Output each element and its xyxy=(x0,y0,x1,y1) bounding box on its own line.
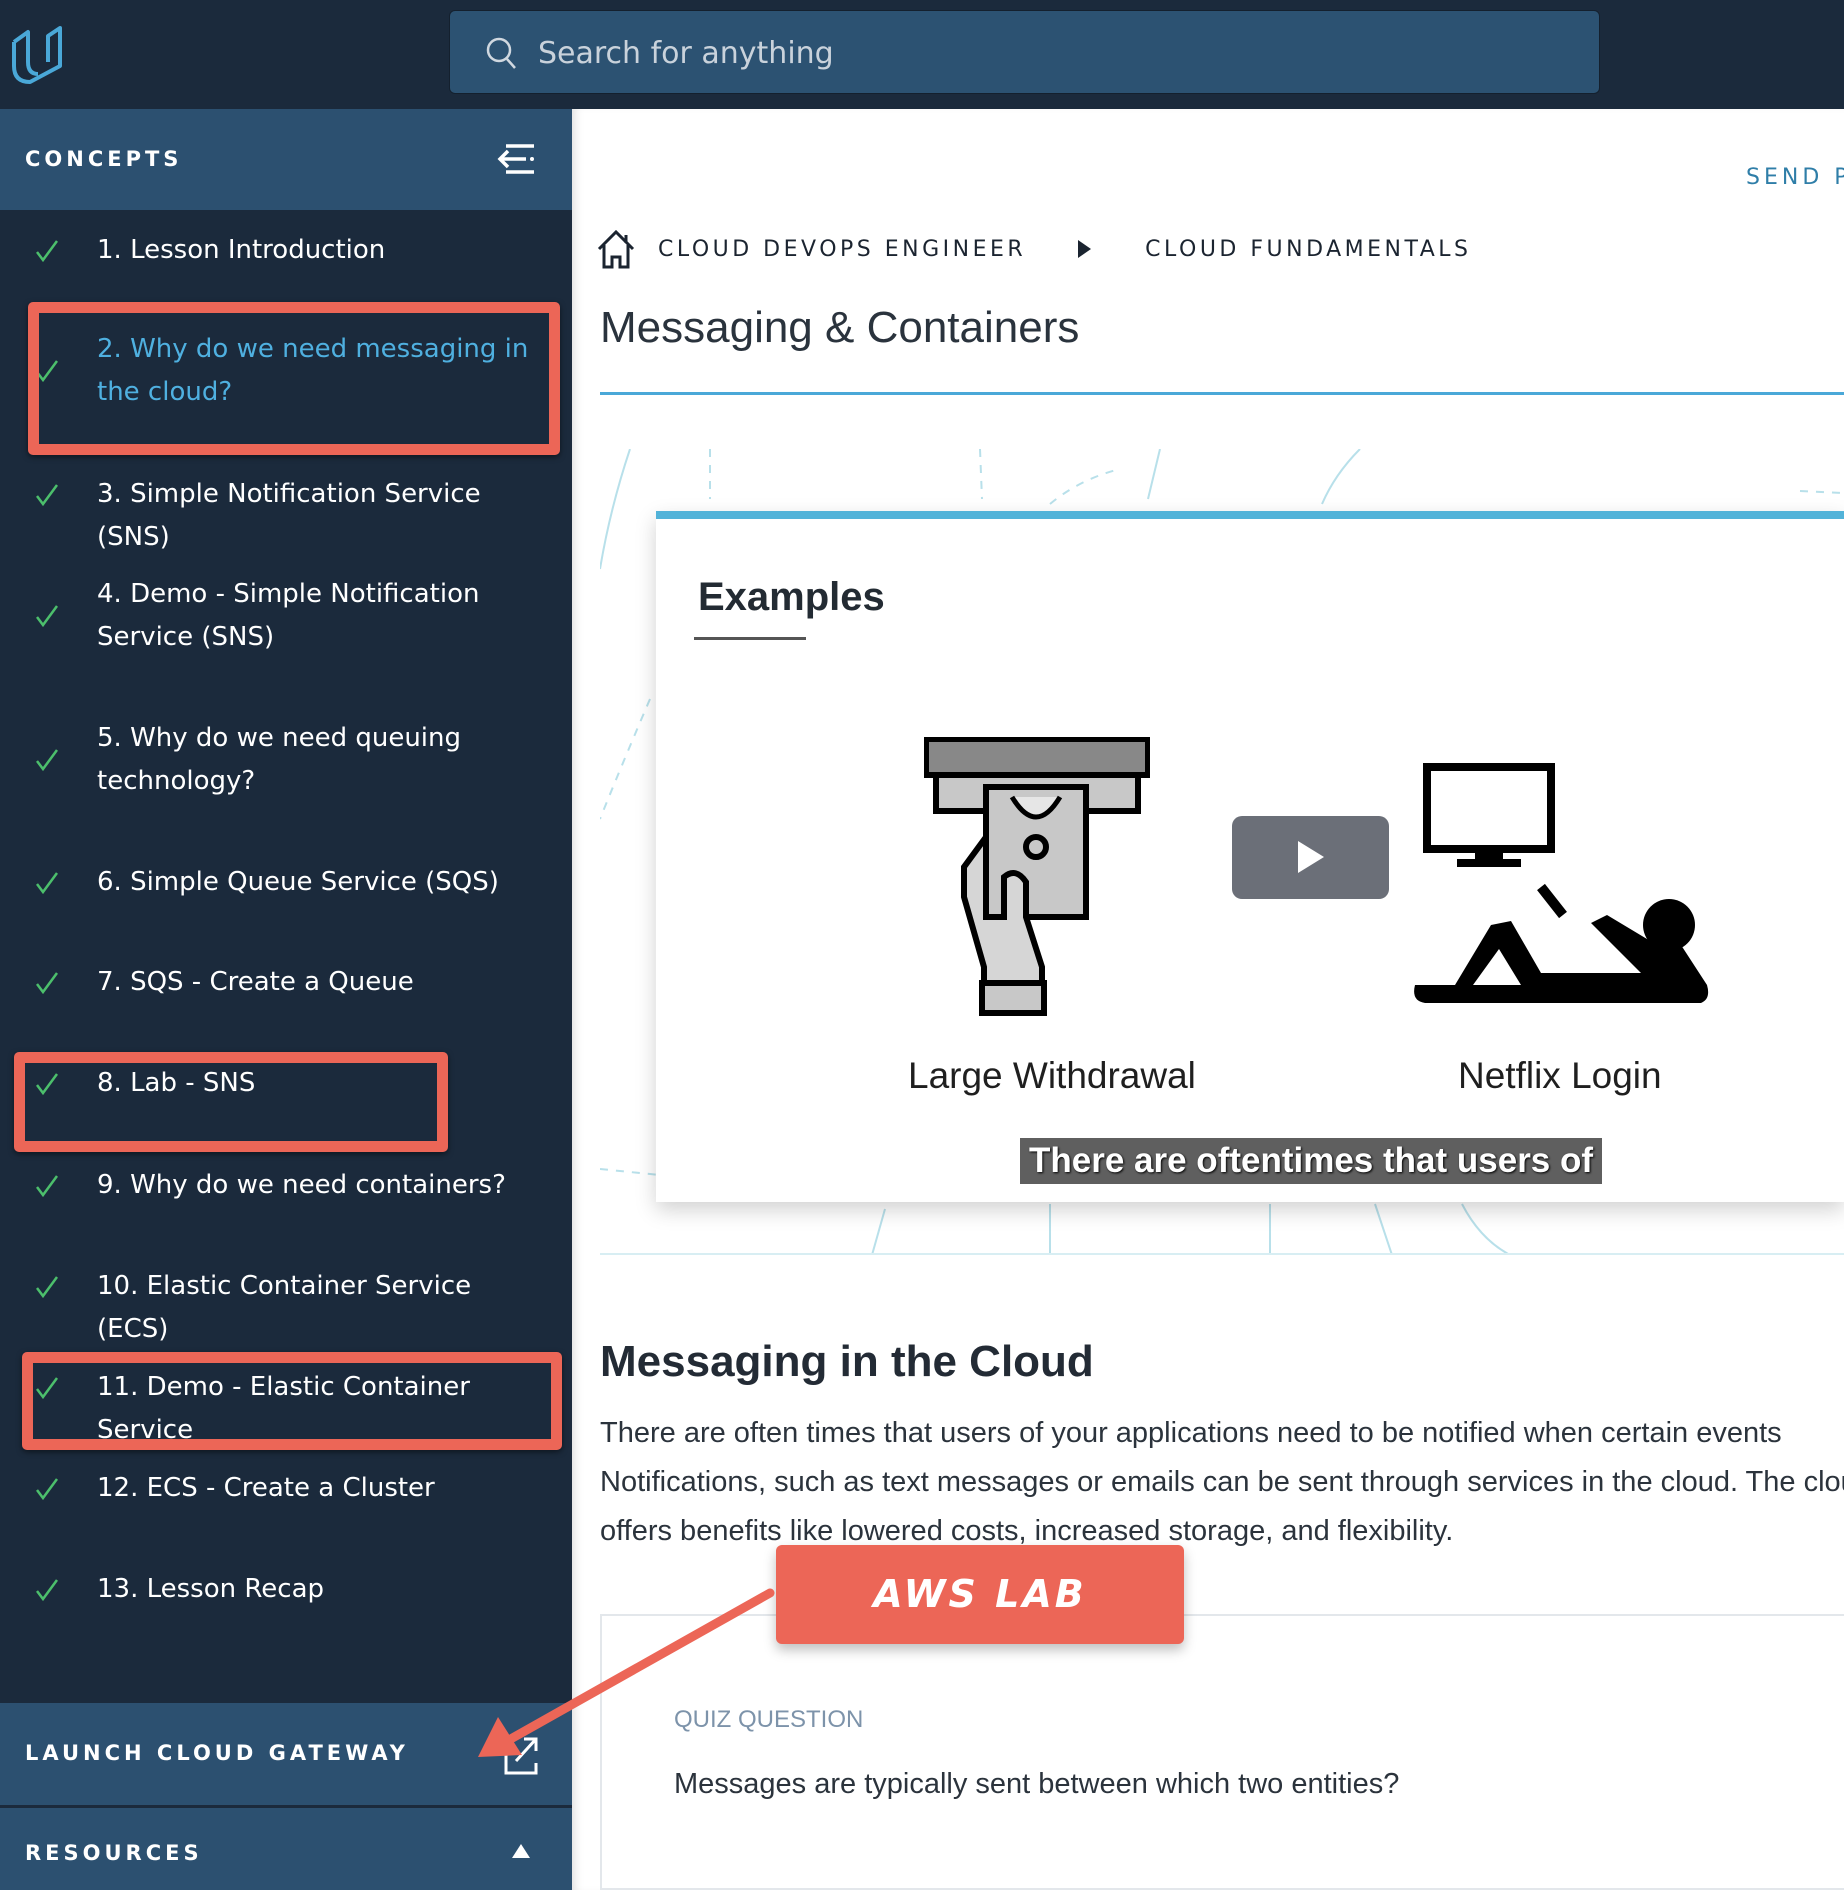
slide-heading-underline xyxy=(694,637,806,640)
sidebar-item-12[interactable]: 12. ECS - Create a Cluster xyxy=(0,1467,572,1510)
breadcrumb-item-program[interactable]: CLOUD DEVOPS ENGINEER xyxy=(658,237,1026,262)
sidebar-item-4[interactable]: 4. Demo - Simple Notification Service (S… xyxy=(0,573,572,659)
highlight-box-item-11 xyxy=(22,1352,562,1450)
sidebar-item-5[interactable]: 5. Why do we need queuing technology? xyxy=(0,717,572,803)
quiz-label: QUIZ QUESTION xyxy=(674,1706,864,1733)
checkmark-icon xyxy=(36,972,59,995)
sidebar-item-label: 4. Demo - Simple Notification Service (S… xyxy=(97,579,480,652)
page-title: Messaging & Containers xyxy=(600,303,1080,352)
checkmark-icon xyxy=(36,872,59,895)
home-icon[interactable] xyxy=(596,229,636,269)
checkmark-icon xyxy=(36,240,59,263)
sidebar-item-label: 13. Lesson Recap xyxy=(97,1574,325,1604)
quiz-card: QUIZ QUESTION Messages are typically sen… xyxy=(600,1614,1844,1890)
sidebar-item-label: 5. Why do we need queuing technology? xyxy=(97,723,462,796)
caret-up-icon xyxy=(512,1844,530,1858)
launch-cloud-gateway-button[interactable]: LAUNCH CLOUD GATEWAY xyxy=(0,1703,572,1805)
sidebar-item-label: 6. Simple Queue Service (SQS) xyxy=(97,867,499,897)
sidebar-item-label: 3. Simple Notification Service (SNS) xyxy=(97,479,481,552)
sidebar-item-9[interactable]: 9. Why do we need containers? xyxy=(0,1164,572,1207)
slide-heading: Examples xyxy=(698,575,885,619)
section-heading: Messaging in the Cloud xyxy=(600,1337,1094,1386)
video-subtitle: There are oftentimes that users of xyxy=(1020,1138,1603,1184)
play-button[interactable] xyxy=(1232,816,1389,899)
sidebar-item-1[interactable]: 1. Lesson Introduction xyxy=(0,229,572,272)
sidebar-item-label: 10. Elastic Container Service (ECS) xyxy=(97,1271,472,1344)
video-frame[interactable]: Examples Large Withdrawal Netflix Login … xyxy=(656,511,1844,1202)
tv-watching-icon xyxy=(1414,763,1709,1003)
breadcrumb: CLOUD DEVOPS ENGINEER CLOUD FUNDAMENTALS xyxy=(596,229,1472,269)
highlight-box-item-8 xyxy=(14,1052,448,1152)
sidebar-item-label: 9. Why do we need containers? xyxy=(97,1170,506,1200)
udacity-logo-icon[interactable] xyxy=(8,22,70,86)
quiz-question: Messages are typically sent between whic… xyxy=(674,1768,1400,1800)
search-bar[interactable] xyxy=(449,10,1600,94)
checkmark-icon xyxy=(36,1478,59,1501)
breadcrumb-separator-icon xyxy=(1078,240,1092,258)
section-paragraph: There are often times that users of your… xyxy=(600,1417,1844,1547)
collapse-sidebar-icon[interactable] xyxy=(496,143,536,175)
checkmark-icon xyxy=(36,749,59,772)
concepts-header: CONCEPTS xyxy=(0,109,572,210)
sidebar-item-10[interactable]: 10. Elastic Container Service (ECS) xyxy=(0,1265,572,1344)
sidebar: CONCEPTS 1. Lesson Introduction 2. Why do… xyxy=(0,109,572,1890)
checkmark-icon xyxy=(36,605,59,628)
breadcrumb-item-course[interactable]: CLOUD FUNDAMENTALS xyxy=(1145,237,1471,262)
search-input[interactable] xyxy=(538,25,1438,81)
sidebar-item-6[interactable]: 6. Simple Queue Service (SQS) xyxy=(0,861,572,904)
launch-label: LAUNCH CLOUD GATEWAY xyxy=(25,1741,409,1765)
top-header xyxy=(0,0,1844,109)
highlight-box-item-2 xyxy=(28,302,560,455)
sidebar-item-label: 1. Lesson Introduction xyxy=(97,235,386,265)
sidebar-item-3[interactable]: 3. Simple Notification Service (SNS) xyxy=(0,473,572,552)
send-feedback-link[interactable]: SEND PA xyxy=(1746,165,1844,190)
atm-withdrawal-icon xyxy=(924,737,1150,1016)
checkmark-icon xyxy=(36,1276,59,1299)
caption-large-withdrawal: Large Withdrawal xyxy=(908,1055,1196,1096)
main-content: SEND PA CLOUD DEVOPS ENGINEER CLOUD FUND… xyxy=(572,109,1844,1890)
aws-lab-callout: AWS LAB xyxy=(776,1545,1184,1644)
title-divider xyxy=(600,392,1844,395)
sidebar-item-13[interactable]: 13. Lesson Recap xyxy=(0,1568,572,1611)
external-link-icon xyxy=(504,1737,538,1775)
search-icon xyxy=(486,37,516,69)
caption-netflix-login: Netflix Login xyxy=(1458,1055,1662,1096)
concepts-label: CONCEPTS xyxy=(25,147,183,171)
checkmark-icon xyxy=(36,484,59,507)
resources-toggle[interactable]: RESOURCES xyxy=(0,1808,572,1890)
checkmark-icon xyxy=(36,1579,59,1602)
sidebar-item-label: 12. ECS - Create a Cluster xyxy=(97,1473,435,1503)
checkmark-icon xyxy=(36,1175,59,1198)
resources-label: RESOURCES xyxy=(25,1841,203,1865)
sidebar-item-7[interactable]: 7. SQS - Create a Queue xyxy=(0,961,572,1004)
sidebar-item-label: 7. SQS - Create a Queue xyxy=(97,967,414,997)
